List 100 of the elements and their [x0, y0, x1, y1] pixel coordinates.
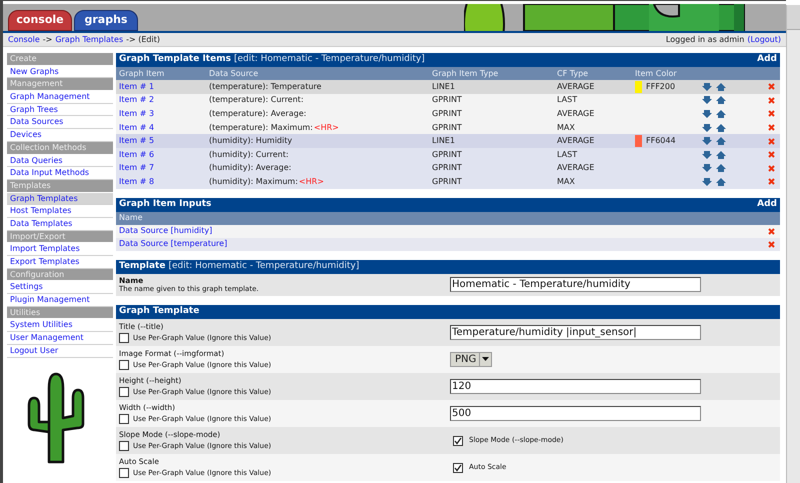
delete-icon[interactable] — [768, 228, 775, 235]
sidebar-item[interactable]: Host Templates — [7, 205, 113, 218]
column-header: Graph Item — [119, 68, 166, 80]
item-link[interactable]: Item # 4 — [119, 122, 209, 134]
sidebar-item[interactable]: Settings — [7, 281, 113, 294]
column-header: CF Type — [557, 68, 590, 80]
sidebar-item[interactable]: Export Templates — [7, 256, 113, 269]
column-header: Item Color — [635, 68, 678, 80]
table-cell: <HR> — [314, 122, 339, 134]
text-field[interactable]: 120 — [450, 378, 701, 394]
sidebar-item[interactable]: Data Templates — [7, 218, 113, 231]
sidebar-item[interactable]: Data Queries — [7, 154, 113, 168]
delete-icon[interactable] — [768, 151, 775, 158]
sidebar-item[interactable]: System Utilities — [7, 319, 113, 332]
logout-link[interactable]: (Logout) — [747, 34, 781, 46]
table-cell-text: MAX — [557, 122, 576, 134]
delete-icon[interactable] — [768, 124, 775, 132]
item-link[interactable]: Item # 8 — [119, 176, 209, 188]
table-cell: FFF200 — [646, 80, 676, 93]
table-cell: (temperature): Maximum: — [209, 122, 313, 134]
table-cell: (humidity): Current: — [209, 148, 289, 161]
panel-title: Graph Template — [119, 305, 200, 318]
table-cell-text: AVERAGE — [557, 162, 596, 174]
sidebar-item[interactable]: Graph Templates — [7, 192, 113, 206]
move-arrows-icon[interactable] — [702, 96, 726, 104]
text-field[interactable]: Temperature/humidity |input_sensor| — [450, 324, 701, 340]
sidebar-header: Templates — [7, 180, 113, 193]
move-arrows-icon[interactable] — [702, 82, 726, 91]
breadcrumb-link[interactable]: Graph Templates — [55, 34, 124, 46]
sidebar-item[interactable]: Graph Management — [7, 91, 113, 104]
sidebar-item[interactable]: New Graphs — [7, 66, 113, 78]
table-cell-text: GPRINT — [432, 122, 463, 134]
format-dropdown[interactable]: PNG — [450, 352, 492, 367]
sidebar-header: Utilities — [7, 306, 113, 320]
table-cell-text: GPRINT — [432, 108, 463, 120]
scrollbar[interactable] — [786, 5, 800, 483]
item-link[interactable]: Item # 1 — [119, 80, 209, 93]
table-cell-text: GPRINT — [432, 94, 463, 106]
move-arrows-icon[interactable] — [702, 137, 726, 146]
checkbox[interactable] — [119, 441, 129, 451]
sidebar-header: Create — [7, 53, 113, 66]
delete-icon[interactable] — [768, 83, 775, 90]
breadcrumb-text: -> — [42, 34, 52, 46]
sidebar-header: Management — [7, 78, 113, 92]
panel-title: Graph Template Items — [119, 53, 231, 66]
table-cell-text: AVERAGE — [557, 108, 596, 120]
delete-icon[interactable] — [768, 164, 775, 172]
move-arrows-icon[interactable] — [702, 178, 726, 186]
column-header: Graph Item Type — [432, 68, 500, 80]
nav-tab[interactable]: graphs — [74, 10, 138, 31]
move-arrows-icon[interactable] — [702, 150, 726, 159]
checkbox[interactable] — [119, 414, 129, 424]
delete-icon[interactable] — [768, 178, 775, 186]
text-field[interactable]: 500 — [450, 406, 701, 421]
delete-icon[interactable] — [768, 240, 775, 248]
sidebar-item[interactable]: Import Templates — [7, 243, 113, 256]
move-arrows-icon[interactable] — [702, 110, 726, 118]
checkbox[interactable] — [119, 333, 129, 343]
table-cell: (temperature): Current: — [209, 94, 304, 106]
table-cell-text: AVERAGE — [557, 135, 596, 148]
table-cell: (temperature): Temperature — [209, 80, 322, 93]
move-arrows-icon[interactable] — [702, 124, 726, 132]
data-source-link[interactable]: Data Source [temperature] — [119, 238, 228, 250]
item-link[interactable]: Item # 3 — [119, 108, 209, 120]
sidebar-header: Collection Methods — [7, 142, 113, 154]
delete-icon[interactable] — [768, 110, 775, 118]
panel-title: Template — [119, 260, 166, 273]
table-cell-text: MAX — [557, 176, 576, 188]
sidebar-item[interactable]: Logout User — [7, 344, 113, 358]
column-header: Data Source — [209, 68, 260, 80]
checkbox[interactable] — [119, 468, 129, 478]
data-source-link[interactable]: Data Source [humidity] — [119, 225, 212, 238]
item-link[interactable]: Item # 5 — [119, 135, 209, 148]
table-cell-text: LINE1 — [432, 135, 456, 148]
table-cell: (humidity): Humidity — [209, 135, 292, 148]
breadcrumb-text: -> (Edit) — [126, 34, 160, 46]
column-header: Name — [119, 212, 143, 224]
move-arrows-icon[interactable] — [702, 164, 726, 172]
item-link[interactable]: Item # 6 — [119, 148, 209, 161]
text-field[interactable]: Homematic - Temperature/humidity — [450, 277, 701, 292]
item-link[interactable]: Item # 7 — [119, 162, 209, 174]
sidebar-item[interactable]: Data Input Methods — [7, 167, 113, 180]
add-link[interactable]: Add — [757, 53, 777, 67]
item-link[interactable]: Item # 2 — [119, 94, 209, 106]
nav-tab[interactable]: console — [8, 10, 72, 31]
checkbox[interactable] — [119, 360, 129, 370]
breadcrumb-link[interactable]: Console — [8, 34, 40, 46]
sidebar-item[interactable]: User Management — [7, 332, 113, 345]
delete-icon[interactable] — [768, 138, 775, 145]
checkbox[interactable] — [119, 387, 129, 397]
delete-icon[interactable] — [768, 96, 775, 104]
sidebar-item[interactable]: Devices — [7, 129, 113, 142]
sidebar-item[interactable]: Data Sources — [7, 116, 113, 130]
sidebar-item[interactable]: Plugin Management — [7, 294, 113, 307]
add-link[interactable]: Add — [757, 198, 777, 212]
checkbox[interactable] — [453, 436, 463, 446]
sidebar-header: Import/Export — [7, 230, 113, 244]
sidebar-item[interactable]: Graph Trees — [7, 104, 113, 116]
checkbox[interactable] — [453, 462, 463, 472]
table-cell-text: LAST — [557, 94, 578, 106]
